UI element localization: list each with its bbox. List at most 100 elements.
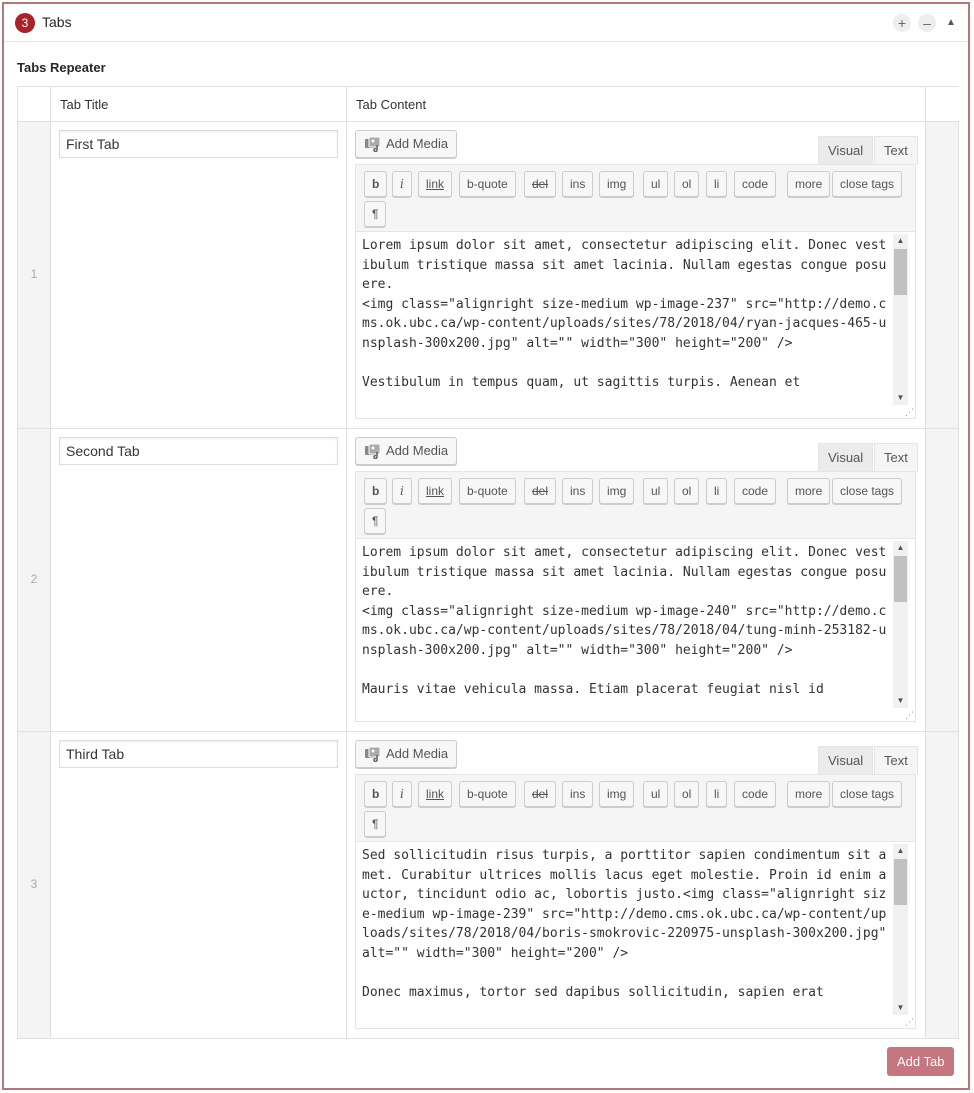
scroll-down-arrow-icon[interactable]: ▼ <box>893 391 908 405</box>
tab-content-cell: Add Media Visual Text b i link b-quote del in… <box>347 732 926 1038</box>
minus-icon[interactable]: – <box>918 14 936 32</box>
scroll-thumb[interactable] <box>894 556 907 602</box>
scroll-down-arrow-icon[interactable]: ▼ <box>893 694 908 708</box>
quicktag-button[interactable]: li <box>706 171 728 197</box>
panel-title: Tabs <box>42 14 72 30</box>
order-column-head <box>18 87 51 122</box>
tab-title-input[interactable] <box>59 740 338 768</box>
quicktag-button[interactable]: close tags <box>832 478 903 504</box>
tab-visual[interactable]: Visual <box>818 443 874 472</box>
media-icon <box>365 136 381 152</box>
scroll-thumb[interactable] <box>894 859 907 905</box>
scrollbar[interactable]: ▲ ▼ <box>893 541 908 708</box>
add-media-button[interactable]: Add Media <box>355 740 458 768</box>
tab-title-cell <box>51 732 347 1038</box>
add-media-label: Add Media <box>386 443 449 458</box>
quicktag-button[interactable]: more <box>787 781 831 807</box>
scroll-thumb[interactable] <box>894 249 907 295</box>
quicktag-button[interactable]: b-quote <box>459 781 516 807</box>
quicktag-button[interactable]: code <box>734 781 777 807</box>
tabs-panel: 3 Tabs + – ▲ Tabs Repeater Tab Title Tab… <box>2 2 970 1090</box>
quicktag-button[interactable]: del <box>524 478 557 504</box>
quicktag-button[interactable]: ins <box>562 781 594 807</box>
scrollbar[interactable]: ▲ ▼ <box>893 844 908 1015</box>
quicktags-toolbar: b i link b-quote del ins img ul ol li code more clos… <box>355 164 916 232</box>
quicktag-button[interactable]: img <box>599 478 635 504</box>
tab-title-cell <box>51 429 347 731</box>
quicktag-button[interactable]: del <box>524 781 557 807</box>
quicktag-button[interactable]: b <box>364 171 388 197</box>
quicktag-button[interactable]: ul <box>643 171 669 197</box>
resize-grip-icon[interactable]: ⋰ <box>905 408 914 417</box>
triangle-up-icon[interactable]: ▲ <box>946 14 956 32</box>
tab-content-cell: Add Media Visual Text b i link b-quote del in… <box>347 429 926 731</box>
quicktag-button[interactable]: i <box>392 171 412 197</box>
quicktag-button[interactable]: link <box>418 171 453 197</box>
tab-content-editor[interactable]: Lorem ipsum dolor sit amet, consectetur … <box>355 231 916 419</box>
row-handle[interactable]: 1 <box>18 122 51 428</box>
tab-text[interactable]: Text <box>874 746 918 775</box>
tab-text[interactable]: Text <box>874 136 918 165</box>
tab-content-cell: Add Media Visual Text b i link b-quote del in… <box>347 122 926 428</box>
quicktag-button[interactable]: close tags <box>832 781 903 807</box>
quicktag-button[interactable]: i <box>392 478 412 504</box>
tab-title-input[interactable] <box>59 437 338 465</box>
table-row: 3 Add Media Visual Text bilinkb-quote del… <box>18 732 958 1039</box>
quicktag-button[interactable]: ins <box>562 478 594 504</box>
quicktag-button[interactable]: li <box>706 781 728 807</box>
quicktag-button[interactable]: ¶ <box>364 201 387 227</box>
quicktag-button[interactable]: b-quote <box>459 478 516 504</box>
field-label: Tabs Repeater <box>17 60 106 75</box>
quicktag-button[interactable]: link <box>418 478 453 504</box>
quicktag-button[interactable]: ¶ <box>364 811 387 837</box>
row-handle[interactable]: 3 <box>18 732 51 1038</box>
quicktag-button[interactable]: ul <box>643 478 669 504</box>
tab-title-cell <box>51 122 347 428</box>
scroll-up-arrow-icon[interactable]: ▲ <box>893 844 908 858</box>
quicktag-button[interactable]: more <box>787 478 831 504</box>
quicktag-button[interactable]: ¶ <box>364 508 387 534</box>
column-head-tab-content: Tab Content <box>347 87 926 122</box>
tab-text[interactable]: Text <box>874 443 918 472</box>
row-index: 1 <box>30 267 38 281</box>
quicktag-button[interactable]: b <box>364 781 388 807</box>
tab-title-input[interactable] <box>59 130 338 158</box>
scroll-up-arrow-icon[interactable]: ▲ <box>893 234 908 248</box>
quicktags-toolbar: b i link b-quote del ins img ul ol li code more clos… <box>355 471 916 539</box>
add-media-button[interactable]: Add Media <box>355 130 458 158</box>
column-head-tab-title: Tab Title <box>51 87 347 122</box>
quicktag-button[interactable]: li <box>706 478 728 504</box>
panel-header[interactable]: 3 Tabs + – ▲ <box>4 4 968 42</box>
scroll-down-arrow-icon[interactable]: ▼ <box>893 1001 908 1015</box>
tab-content-editor[interactable]: Sed sollicitudin risus turpis, a porttit… <box>355 841 916 1029</box>
resize-grip-icon[interactable]: ⋰ <box>905 1018 914 1027</box>
quicktag-button[interactable]: ol <box>674 478 700 504</box>
add-tab-button[interactable]: Add Tab <box>887 1047 955 1076</box>
resize-grip-icon[interactable]: ⋰ <box>905 711 914 720</box>
plus-icon[interactable]: + <box>893 14 911 32</box>
quicktag-button[interactable]: del <box>524 171 557 197</box>
quicktag-button[interactable]: link <box>418 781 453 807</box>
scrollbar[interactable]: ▲ ▼ <box>893 234 908 405</box>
quicktag-button[interactable]: ol <box>674 781 700 807</box>
row-handle[interactable]: 2 <box>18 429 51 731</box>
tab-visual[interactable]: Visual <box>818 136 874 165</box>
add-media-button[interactable]: Add Media <box>355 437 458 465</box>
scroll-up-arrow-icon[interactable]: ▲ <box>893 541 908 555</box>
tab-content-text: Lorem ipsum dolor sit amet, consectetur … <box>362 545 887 697</box>
tab-content-editor[interactable]: Lorem ipsum dolor sit amet, consectetur … <box>355 538 916 722</box>
quicktag-button[interactable]: more <box>787 171 831 197</box>
quicktag-button[interactable]: img <box>599 781 635 807</box>
quicktag-button[interactable]: i <box>392 781 412 807</box>
quicktag-button[interactable]: code <box>734 171 777 197</box>
quicktag-button[interactable]: ul <box>643 781 669 807</box>
quicktag-button[interactable]: img <box>599 171 635 197</box>
quicktag-button[interactable]: close tags <box>832 171 903 197</box>
quicktag-button[interactable]: b-quote <box>459 171 516 197</box>
quicktag-button[interactable]: ins <box>562 171 594 197</box>
quicktag-button[interactable]: ol <box>674 171 700 197</box>
table-row: 1 Add Media Visual Text bilinkb-quote del… <box>18 122 958 429</box>
quicktag-button[interactable]: b <box>364 478 388 504</box>
tab-visual[interactable]: Visual <box>818 746 874 775</box>
quicktag-button[interactable]: code <box>734 478 777 504</box>
